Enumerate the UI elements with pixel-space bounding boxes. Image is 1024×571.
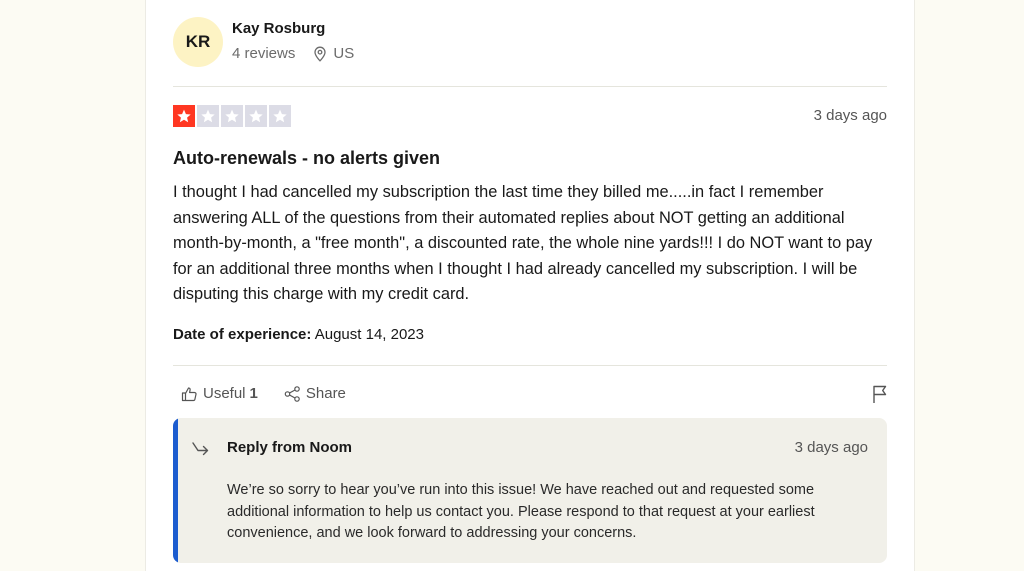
flag-icon <box>873 385 887 403</box>
useful-count: 1 <box>249 385 258 402</box>
date-of-experience-label: Date of experience: <box>173 326 312 343</box>
date-of-experience-value: August 14, 2023 <box>314 326 424 343</box>
star-rating <box>173 105 293 127</box>
company-reply: Reply from Noom 3 days ago We’re so sorr… <box>173 418 887 563</box>
reviewer-location: US <box>313 45 354 62</box>
reply-arrow-icon <box>192 442 209 456</box>
star-filled-icon <box>173 105 195 127</box>
useful-label: Useful <box>203 385 246 402</box>
review-actions: Useful 1 Share <box>181 385 372 402</box>
review-date: 3 days ago <box>813 107 887 124</box>
share-button[interactable]: Share <box>284 385 346 402</box>
reviewer-meta: 4 reviews US <box>232 45 354 62</box>
divider <box>173 365 887 366</box>
report-flag-button[interactable] <box>872 385 888 409</box>
star-empty-icon <box>269 105 291 127</box>
star-empty-icon <box>221 105 243 127</box>
review-body: I thought I had cancelled my subscriptio… <box>173 183 873 304</box>
review-title[interactable]: Auto-renewals - no alerts given <box>173 148 440 169</box>
reply-body: We’re so sorry to hear you’ve run into t… <box>227 482 815 541</box>
date-of-experience: Date of experience: August 14, 2023 <box>173 326 424 343</box>
location-pin-icon <box>314 46 327 62</box>
reply-accent-bar <box>173 418 178 563</box>
useful-button[interactable]: Useful 1 <box>181 385 258 402</box>
share-label: Share <box>305 385 346 402</box>
reviewer-country: US <box>333 45 355 62</box>
review-card: KR Kay Rosburg 4 reviews US 3 days ago A… <box>145 0 915 571</box>
divider <box>173 86 887 87</box>
reviewer-name[interactable]: Kay Rosburg <box>232 20 325 37</box>
avatar[interactable]: KR <box>173 17 223 67</box>
reply-date: 3 days ago <box>794 439 868 456</box>
thumbs-up-icon <box>181 386 197 401</box>
reply-title: Reply from Noom <box>227 439 353 456</box>
share-icon <box>284 385 300 402</box>
star-empty-icon <box>197 105 219 127</box>
star-empty-icon <box>245 105 267 127</box>
reviews-count: 4 reviews <box>232 45 296 62</box>
